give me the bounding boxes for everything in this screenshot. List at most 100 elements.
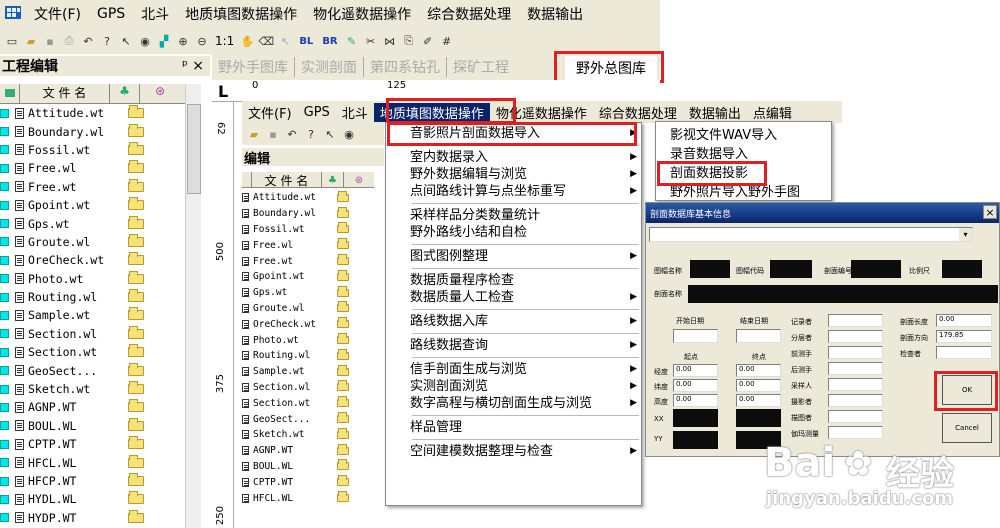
dropdown-item[interactable]: 野外数据编辑与浏览 ▶ [410,166,641,183]
folder-icon[interactable] [337,206,349,218]
folder-icon[interactable] [337,285,349,297]
node-icon[interactable]: ⋈ [382,33,398,49]
folder-icon[interactable] [337,443,349,455]
folder-icon[interactable] [128,362,144,376]
file-name[interactable]: Section.wt [28,345,120,359]
table-row[interactable]: Groute.wl [0,233,185,251]
app-icon[interactable] [0,3,26,25]
inner-view-icon[interactable]: ◉ [341,126,357,142]
table-row[interactable]: Fossil.wt [0,141,185,159]
list-item[interactable]: Sketch.wt [242,427,382,443]
cancel-button[interactable]: Cancel [942,413,992,443]
folder-icon[interactable] [128,381,144,395]
file-name[interactable]: Routing.wl [253,350,333,361]
file-name[interactable]: Boundary.wl [28,125,120,139]
folder-icon[interactable] [128,270,144,284]
folder-icon[interactable] [128,160,144,174]
folder-icon[interactable] [337,475,349,487]
list-item[interactable]: CPTP.WT [242,474,382,490]
zoom-out-icon[interactable]: ⊖ [194,33,210,49]
visibility-toggle[interactable] [0,255,9,265]
close-icon[interactable]: × [192,58,204,74]
visibility-toggle[interactable] [0,108,9,118]
file-name[interactable]: Section.wt [253,398,333,409]
save-icon[interactable]: ▪ [42,33,58,49]
file-name[interactable]: Gpoint.wt [253,271,333,282]
visibility-toggle[interactable] [0,127,9,137]
print-icon[interactable]: ⎙ [61,33,77,49]
visibility-toggle[interactable] [0,145,9,155]
file-name[interactable]: Sample.wt [28,308,120,322]
zoom-in-icon[interactable]: ⊕ [175,33,191,49]
copy-icon[interactable]: ⎘ [401,33,417,49]
folder-icon[interactable] [128,105,144,119]
folder-icon[interactable] [128,233,144,247]
tab-quaternary-drill[interactable]: 第四系钻孔 [364,57,447,77]
inner-menu-integrated[interactable]: 综合数据处理 [593,103,683,122]
visibility-toggle[interactable] [0,200,9,210]
list-item[interactable]: Section.wl [242,380,382,396]
file-name[interactable]: Gps.wt [28,217,120,231]
file-name[interactable]: Gps.wt [253,287,333,298]
menu-geologic-mapping[interactable]: 地质填图数据操作 [177,4,305,24]
visibility-toggle[interactable] [0,219,9,229]
folder-icon[interactable] [128,289,144,303]
br-button[interactable]: BR [319,36,340,47]
chevron-down-icon[interactable]: ▾ [959,228,972,241]
menu-file[interactable]: 文件(F) [26,4,89,24]
layer-icon[interactable]: ▞ [156,33,172,49]
tool-icon[interactable]: ✂ [363,33,379,49]
pin-icon[interactable]: ᵖ [182,58,188,74]
visibility-toggle[interactable] [0,274,9,284]
zoom-1to1-button[interactable]: 1:1 [213,34,236,48]
dropdown-item[interactable]: 数据质量程序检查 [410,272,641,289]
inner-menu-beidou[interactable]: 北斗 [336,103,374,122]
dropdown-item[interactable]: 信手剖面生成与浏览 ▶ [410,361,641,378]
start-lon-field[interactable]: 0.00 [673,364,718,377]
table-row[interactable]: Attitude.wt [0,104,185,122]
file-name[interactable]: Routing.wl [28,290,120,304]
file-name[interactable]: Attitude.wt [253,192,333,203]
visibility-toggle[interactable] [0,494,9,504]
file-name[interactable]: Free.wt [253,256,333,267]
table-row[interactable]: GeoSect... [0,361,185,379]
table-row[interactable]: Sketch.wt [0,380,185,398]
context-help-icon[interactable]: ↖ [118,33,134,49]
folder-icon[interactable] [337,238,349,250]
table-row[interactable]: AGNP.WT [0,398,185,416]
inner-help-icon[interactable]: ? [303,126,319,142]
tab-prospecting[interactable]: 探矿工程 [447,57,515,77]
list-item[interactable]: Attitude.wt [242,190,382,206]
dropdown-item[interactable]: 室内数据录入 ▶ [410,149,641,166]
erase-icon[interactable]: ⌫ [258,33,275,49]
file-name[interactable]: HFCL.WL [253,493,333,504]
file-name[interactable]: Section.wl [28,327,120,341]
dropdown-item[interactable]: 点间路线计算与点坐标重写 ▶ [410,183,641,200]
filename-column-header[interactable]: 文 件 名 [20,84,110,103]
table-row[interactable]: Free.wt [0,178,185,196]
folder-icon[interactable] [128,197,144,211]
view-icon[interactable]: ◉ [137,33,153,49]
dropdown-item[interactable]: 图式图例整理 ▶ [410,248,641,265]
inner-open-icon[interactable]: ▰ [246,126,262,142]
visibility-toggle[interactable] [0,310,9,320]
file-name[interactable]: GeoSect... [28,364,120,378]
menu-beidou[interactable]: 北斗 [133,4,177,24]
dropdown-item[interactable]: 空间建模数据整理与检查 ▶ [410,443,641,460]
scroll-thumb[interactable] [187,104,201,194]
file-name[interactable]: BOUL.WL [253,461,333,472]
file-name[interactable]: Boundary.wl [253,208,333,219]
visibility-toggle[interactable] [0,366,9,376]
file-name[interactable]: BOUL.WL [28,419,120,433]
inner-save-icon[interactable]: ▪ [265,126,281,142]
menu-geophysics[interactable]: 物化遥数据操作 [305,4,419,24]
start-elev-field[interactable]: 0.00 [673,394,718,407]
table-row[interactable]: Routing.wl [0,288,185,306]
file-name[interactable]: CPTP.WT [28,437,120,451]
gps-survey-field[interactable] [828,426,883,439]
file-name[interactable]: Sketch.wt [253,429,333,440]
end-lon-field[interactable]: 0.00 [736,364,781,377]
visibility-toggle[interactable] [0,384,9,394]
folder-icon[interactable] [337,396,349,408]
folder-icon[interactable] [128,417,144,431]
